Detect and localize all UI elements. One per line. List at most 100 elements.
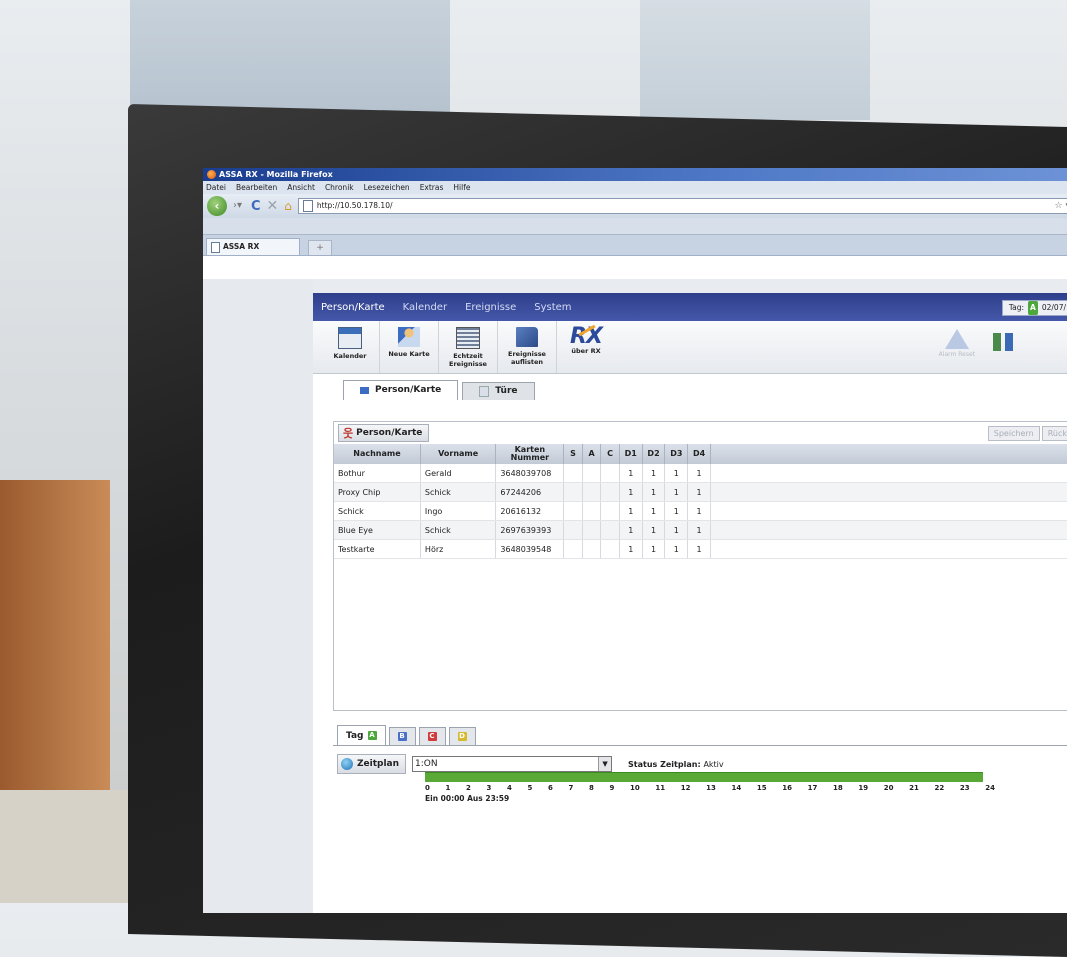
col-c[interactable]: C	[600, 444, 620, 464]
menu-item-extras[interactable]: Extras	[420, 181, 444, 194]
cell-d3: 1	[664, 539, 689, 559]
col-d4[interactable]: D4	[687, 444, 711, 464]
cell-a	[582, 501, 602, 521]
chevron-down-icon[interactable]: ▼	[598, 757, 612, 771]
cell-d3: 1	[664, 482, 689, 502]
timeline-tick: 13	[706, 784, 716, 792]
new-tab-button[interactable]: +	[308, 240, 332, 255]
nav-kalender[interactable]: Kalender	[403, 302, 447, 313]
table-row[interactable]: Bothur Gerald 3648039708 1 1 1 1	[334, 464, 1067, 483]
cell-d2: 1	[642, 464, 666, 483]
ueber-rx-button[interactable]: RX über RX	[557, 321, 615, 373]
ereignisse-auflisten-button[interactable]: Ereignisse auflisten	[498, 321, 557, 373]
background-furniture	[0, 480, 110, 800]
forward-button[interactable]: ›▾	[233, 198, 245, 214]
cell-karten-nummer: 2697639393	[495, 520, 565, 540]
timeline-tick: 10	[630, 784, 640, 792]
person-card-icon	[360, 387, 369, 394]
cell-karten-nummer: 3648039708	[495, 464, 565, 483]
zeitplan-button[interactable]: Zeitplan	[337, 754, 407, 774]
network-icon[interactable]	[993, 333, 1013, 351]
table-row[interactable]: Schick Ingo 20616132 1 1 1 1	[334, 501, 1067, 521]
menu-item-bearbeiten[interactable]: Bearbeiten	[236, 181, 277, 194]
menu-item-lesezeichen[interactable]: Lesezeichen	[364, 181, 410, 194]
timeline-tick: 21	[909, 784, 919, 792]
day-badge-a: A	[367, 731, 377, 740]
timeline-tick: 1	[445, 784, 451, 792]
nav-person-karte[interactable]: Person/Karte	[321, 302, 385, 313]
col-vorname[interactable]: Vorname	[420, 444, 497, 464]
page-icon	[302, 200, 313, 212]
timeline-tick: 11	[655, 784, 666, 792]
url-input[interactable]: http://10.50.178.10/ ☆ ▾	[297, 198, 1067, 214]
cell-d3: 1	[664, 520, 689, 540]
menu-bar: Datei Bearbeiten Ansicht Chronik Lesezei…	[203, 181, 1067, 194]
tab-person-karte[interactable]: Person/Karte	[343, 380, 459, 400]
neue-karte-button[interactable]: Neue Karte	[380, 321, 439, 373]
cell-d4: 1	[687, 520, 711, 540]
echtzeit-button[interactable]: Echtzeit Ereignisse	[439, 321, 498, 373]
cell-s	[563, 520, 583, 540]
door-icon	[479, 386, 490, 397]
back-button[interactable]: ‹	[207, 196, 227, 216]
col-s[interactable]: S	[563, 444, 583, 464]
cell-d2: 1	[642, 501, 666, 521]
day-tab-b[interactable]: B	[388, 727, 416, 745]
home-icon[interactable]: ⌂	[284, 199, 292, 213]
timeline-tick: 18	[833, 784, 843, 792]
cell-filler	[710, 482, 1067, 502]
on-off-times: Ein 00:00 Aus 23:59	[425, 794, 510, 803]
cell-d2: 1	[642, 539, 666, 559]
cell-karten-nummer: 67244206	[495, 482, 565, 502]
day-tab-c[interactable]: C	[418, 727, 446, 745]
tab-tuere[interactable]: Türe	[462, 382, 535, 400]
day-tab-a[interactable]: Tag A	[337, 725, 386, 745]
back-action-button[interactable]: Rück	[1041, 426, 1067, 441]
cell-a	[582, 520, 602, 540]
col-d2[interactable]: D2	[642, 444, 666, 464]
alarm-reset-button[interactable]: Alarm Reset	[939, 329, 975, 358]
assa-rx-app: Person/Karte Kalender Ereignisse System …	[313, 293, 1067, 913]
cell-d1: 1	[619, 482, 643, 502]
person-karte-button[interactable]: 웃 Person/Karte	[338, 424, 430, 442]
tab-person-karte-label: Person/Karte	[375, 385, 442, 395]
table-row[interactable]: Blue Eye Schick 2697639393 1 1 1 1	[334, 520, 1067, 540]
timeline-tick: 23	[959, 784, 970, 792]
schedule-status: Status Zeitplan: Aktiv	[628, 760, 724, 769]
stop-icon[interactable]: ✕	[267, 198, 279, 214]
menu-item-datei[interactable]: Datei	[206, 181, 226, 194]
cell-d1: 1	[619, 520, 643, 540]
col-karten-nummer[interactable]: Karten Nummer	[495, 444, 565, 464]
bookmark-star-icon[interactable]: ☆ ▾	[1055, 199, 1067, 213]
monitor-screen: ASSA RX - Mozilla Firefox Datei Bearbeit…	[203, 168, 1067, 913]
menu-item-chronik[interactable]: Chronik	[325, 181, 354, 194]
col-d3[interactable]: D3	[664, 444, 689, 464]
window-title: ASSA RX - Mozilla Firefox	[219, 170, 333, 179]
day-tab-d[interactable]: D	[448, 727, 476, 745]
nav-ereignisse[interactable]: Ereignisse	[465, 302, 516, 313]
person-card-panel: 웃 Person/Karte Speichern Rück Nachname V…	[333, 421, 1067, 711]
schedule-status-label: Status Zeitplan:	[628, 759, 701, 769]
schedule-timeline: 0 1 2 3 4 5 6 7 8 9 10 11 12 13 14 15 16 17 18 19 20 21 22 23 24…	[425, 772, 995, 803]
table-body: Bothur Gerald 3648039708 1 1 1 1 Proxy Chip Schi…	[334, 464, 1067, 559]
timeline-tick: 20	[883, 784, 894, 792]
kalender-button[interactable]: Kalender	[321, 321, 380, 373]
save-button[interactable]: Speichern	[987, 426, 1040, 441]
reload-icon[interactable]: C	[251, 199, 261, 214]
cell-vorname: Schick	[420, 520, 497, 540]
schedule-select[interactable]: 1:ON ▼	[412, 756, 613, 772]
table-row[interactable]: Proxy Chip Schick 67244206 1 1 1 1	[334, 482, 1067, 502]
cell-a	[582, 539, 602, 559]
timeline-tick: 7	[568, 784, 574, 792]
browser-tab-assa-rx[interactable]: ASSA RX	[206, 238, 300, 255]
sub-tabs: Person/Karte Türe	[313, 380, 1067, 400]
timeline-tick: 5	[527, 784, 533, 792]
menu-item-ansicht[interactable]: Ansicht	[287, 181, 315, 194]
nav-system[interactable]: System	[534, 302, 571, 313]
col-nachname[interactable]: Nachname	[334, 444, 421, 464]
col-a[interactable]: A	[582, 444, 602, 464]
window-titlebar: ASSA RX - Mozilla Firefox	[203, 168, 1067, 181]
menu-item-hilfe[interactable]: Hilfe	[453, 181, 470, 194]
col-d1[interactable]: D1	[619, 444, 643, 464]
table-row[interactable]: Testkarte Hörz 3648039548 1 1 1 1	[334, 539, 1067, 559]
